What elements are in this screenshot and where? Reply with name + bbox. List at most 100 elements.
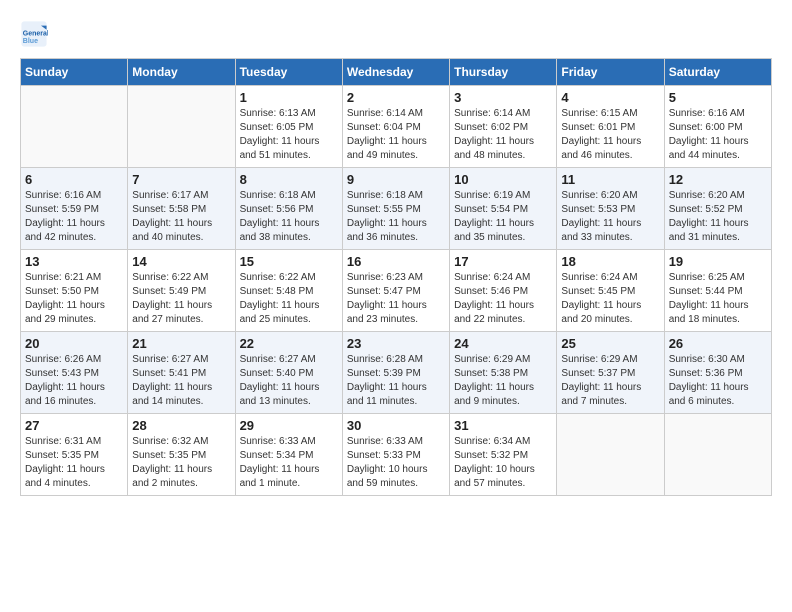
day-info: Sunrise: 6:27 AM Sunset: 5:41 PM Dayligh… <box>132 353 230 409</box>
calendar-cell: 18 Sunrise: 6:24 AM Sunset: 5:45 PM Dayli… <box>557 250 664 332</box>
day-info: Sunrise: 6:14 AM Sunset: 6:04 PM Dayligh… <box>347 107 445 163</box>
calendar-cell: 19 Sunrise: 6:25 AM Sunset: 5:44 PM Dayli… <box>664 250 771 332</box>
day-info: Sunrise: 6:22 AM Sunset: 5:49 PM Dayligh… <box>132 271 230 327</box>
day-info: Sunrise: 6:13 AM Sunset: 6:05 PM Dayligh… <box>240 107 338 163</box>
day-number: 29 <box>240 418 338 433</box>
day-number: 13 <box>25 254 123 269</box>
day-number: 21 <box>132 336 230 351</box>
weekday-header: Saturday <box>664 59 771 86</box>
day-number: 23 <box>347 336 445 351</box>
day-info: Sunrise: 6:19 AM Sunset: 5:54 PM Dayligh… <box>454 189 552 245</box>
calendar-cell: 25 Sunrise: 6:29 AM Sunset: 5:37 PM Dayli… <box>557 332 664 414</box>
svg-text:Blue: Blue <box>23 38 38 45</box>
calendar-cell: 10Sunrise: 6:19 AM Sunset: 5:54 PM Dayli… <box>450 168 557 250</box>
day-number: 30 <box>347 418 445 433</box>
calendar-cell: 9 Sunrise: 6:18 AM Sunset: 5:55 PM Daylig… <box>342 168 449 250</box>
day-number: 4 <box>561 90 659 105</box>
day-info: Sunrise: 6:21 AM Sunset: 5:50 PM Dayligh… <box>25 271 123 327</box>
day-number: 26 <box>669 336 767 351</box>
calendar-cell <box>128 86 235 168</box>
day-number: 25 <box>561 336 659 351</box>
calendar-cell: 23 Sunrise: 6:28 AM Sunset: 5:39 PM Dayli… <box>342 332 449 414</box>
calendar-cell: 7Sunrise: 6:17 AM Sunset: 5:58 PM Daylig… <box>128 168 235 250</box>
day-info: Sunrise: 6:34 AM Sunset: 5:32 PM Dayligh… <box>454 435 552 491</box>
day-number: 3 <box>454 90 552 105</box>
calendar-cell: 20Sunrise: 6:26 AM Sunset: 5:43 PM Dayli… <box>21 332 128 414</box>
calendar-cell: 3 Sunrise: 6:14 AM Sunset: 6:02 PM Daylig… <box>450 86 557 168</box>
calendar-cell: 14 Sunrise: 6:22 AM Sunset: 5:49 PM Dayli… <box>128 250 235 332</box>
day-info: Sunrise: 6:22 AM Sunset: 5:48 PM Dayligh… <box>240 271 338 327</box>
day-info: Sunrise: 6:30 AM Sunset: 5:36 PM Dayligh… <box>669 353 767 409</box>
calendar-cell: 13 Sunrise: 6:21 AM Sunset: 5:50 PM Dayli… <box>21 250 128 332</box>
day-info: Sunrise: 6:24 AM Sunset: 5:45 PM Dayligh… <box>561 271 659 327</box>
day-info: Sunrise: 6:20 AM Sunset: 5:52 PM Dayligh… <box>669 189 767 245</box>
day-number: 5 <box>669 90 767 105</box>
day-number: 31 <box>454 418 552 433</box>
day-info: Sunrise: 6:20 AM Sunset: 5:53 PM Dayligh… <box>561 189 659 245</box>
day-number: 28 <box>132 418 230 433</box>
page-header: General Blue <box>20 20 772 48</box>
day-number: 14 <box>132 254 230 269</box>
calendar-cell: 27Sunrise: 6:31 AM Sunset: 5:35 PM Dayli… <box>21 414 128 496</box>
calendar-cell: 24Sunrise: 6:29 AM Sunset: 5:38 PM Dayli… <box>450 332 557 414</box>
day-info: Sunrise: 6:33 AM Sunset: 5:34 PM Dayligh… <box>240 435 338 491</box>
weekday-header: Monday <box>128 59 235 86</box>
day-number: 24 <box>454 336 552 351</box>
day-number: 11 <box>561 172 659 187</box>
calendar-cell: 28 Sunrise: 6:32 AM Sunset: 5:35 PM Dayli… <box>128 414 235 496</box>
day-info: Sunrise: 6:33 AM Sunset: 5:33 PM Dayligh… <box>347 435 445 491</box>
day-number: 18 <box>561 254 659 269</box>
day-info: Sunrise: 6:14 AM Sunset: 6:02 PM Dayligh… <box>454 107 552 163</box>
logo-icon: General Blue <box>20 20 48 48</box>
calendar-cell: 31 Sunrise: 6:34 AM Sunset: 5:32 PM Dayli… <box>450 414 557 496</box>
calendar-cell: 1 Sunrise: 6:13 AM Sunset: 6:05 PM Daylig… <box>235 86 342 168</box>
day-info: Sunrise: 6:28 AM Sunset: 5:39 PM Dayligh… <box>347 353 445 409</box>
day-info: Sunrise: 6:17 AM Sunset: 5:58 PM Dayligh… <box>132 189 230 245</box>
day-info: Sunrise: 6:18 AM Sunset: 5:55 PM Dayligh… <box>347 189 445 245</box>
weekday-header: Friday <box>557 59 664 86</box>
day-info: Sunrise: 6:24 AM Sunset: 5:46 PM Dayligh… <box>454 271 552 327</box>
calendar-cell: 11 Sunrise: 6:20 AM Sunset: 5:53 PM Dayli… <box>557 168 664 250</box>
day-number: 17 <box>454 254 552 269</box>
day-number: 6 <box>25 172 123 187</box>
day-number: 15 <box>240 254 338 269</box>
day-info: Sunrise: 6:26 AM Sunset: 5:43 PM Dayligh… <box>25 353 123 409</box>
calendar-cell: 8 Sunrise: 6:18 AM Sunset: 5:56 PM Daylig… <box>235 168 342 250</box>
day-info: Sunrise: 6:23 AM Sunset: 5:47 PM Dayligh… <box>347 271 445 327</box>
calendar-cell: 2 Sunrise: 6:14 AM Sunset: 6:04 PM Daylig… <box>342 86 449 168</box>
calendar-cell: 15 Sunrise: 6:22 AM Sunset: 5:48 PM Dayli… <box>235 250 342 332</box>
weekday-header: Tuesday <box>235 59 342 86</box>
day-number: 12 <box>669 172 767 187</box>
calendar-cell: 30 Sunrise: 6:33 AM Sunset: 5:33 PM Dayli… <box>342 414 449 496</box>
calendar-table: SundayMondayTuesdayWednesdayThursdayFrid… <box>20 58 772 496</box>
weekday-header: Wednesday <box>342 59 449 86</box>
day-info: Sunrise: 6:29 AM Sunset: 5:37 PM Dayligh… <box>561 353 659 409</box>
day-info: Sunrise: 6:27 AM Sunset: 5:40 PM Dayligh… <box>240 353 338 409</box>
day-info: Sunrise: 6:25 AM Sunset: 5:44 PM Dayligh… <box>669 271 767 327</box>
calendar-cell: 16 Sunrise: 6:23 AM Sunset: 5:47 PM Dayli… <box>342 250 449 332</box>
day-info: Sunrise: 6:16 AM Sunset: 5:59 PM Dayligh… <box>25 189 123 245</box>
calendar-cell: 21 Sunrise: 6:27 AM Sunset: 5:41 PM Dayli… <box>128 332 235 414</box>
day-number: 1 <box>240 90 338 105</box>
day-number: 8 <box>240 172 338 187</box>
day-number: 9 <box>347 172 445 187</box>
weekday-header: Sunday <box>21 59 128 86</box>
day-info: Sunrise: 6:32 AM Sunset: 5:35 PM Dayligh… <box>132 435 230 491</box>
day-info: Sunrise: 6:15 AM Sunset: 6:01 PM Dayligh… <box>561 107 659 163</box>
calendar-cell: 6 Sunrise: 6:16 AM Sunset: 5:59 PM Daylig… <box>21 168 128 250</box>
weekday-header: Thursday <box>450 59 557 86</box>
day-info: Sunrise: 6:16 AM Sunset: 6:00 PM Dayligh… <box>669 107 767 163</box>
calendar-cell <box>557 414 664 496</box>
calendar-cell: 29 Sunrise: 6:33 AM Sunset: 5:34 PM Dayli… <box>235 414 342 496</box>
day-number: 16 <box>347 254 445 269</box>
calendar-cell: 5 Sunrise: 6:16 AM Sunset: 6:00 PM Daylig… <box>664 86 771 168</box>
calendar-cell: 26 Sunrise: 6:30 AM Sunset: 5:36 PM Dayli… <box>664 332 771 414</box>
calendar-cell <box>664 414 771 496</box>
day-number: 19 <box>669 254 767 269</box>
calendar-cell: 22Sunrise: 6:27 AM Sunset: 5:40 PM Dayli… <box>235 332 342 414</box>
day-number: 2 <box>347 90 445 105</box>
calendar-cell: 17 Sunrise: 6:24 AM Sunset: 5:46 PM Dayli… <box>450 250 557 332</box>
svg-text:General: General <box>23 30 48 37</box>
calendar-cell: 4 Sunrise: 6:15 AM Sunset: 6:01 PM Daylig… <box>557 86 664 168</box>
day-info: Sunrise: 6:18 AM Sunset: 5:56 PM Dayligh… <box>240 189 338 245</box>
